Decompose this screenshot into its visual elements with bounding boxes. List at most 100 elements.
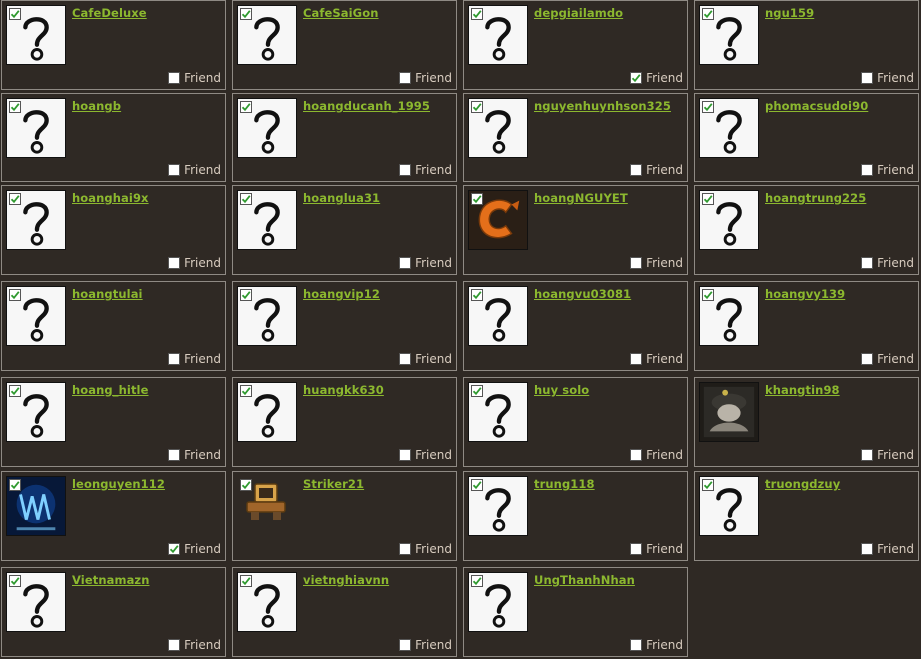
friend-label: Friend — [646, 542, 683, 556]
friend-checkbox[interactable] — [861, 257, 874, 269]
friend-checkbox[interactable] — [630, 164, 643, 176]
username-link[interactable]: hoang_hitle — [72, 383, 149, 397]
avatar-wrapper — [468, 572, 528, 632]
select-checkbox[interactable] — [471, 8, 483, 20]
username-link[interactable]: hoangvu03081 — [534, 287, 631, 301]
friend-checkbox[interactable] — [168, 164, 181, 176]
select-checkbox[interactable] — [240, 8, 252, 20]
friend-checkbox[interactable] — [399, 543, 412, 555]
avatar-wrapper — [6, 382, 66, 442]
friend-checkbox[interactable] — [399, 639, 412, 651]
username-link[interactable]: leonguyen112 — [72, 477, 165, 491]
friend-checkbox[interactable] — [399, 257, 412, 269]
username-link[interactable]: hoangb — [72, 99, 121, 113]
friend-control: Friend — [168, 71, 221, 85]
select-checkbox[interactable] — [702, 289, 714, 301]
avatar-wrapper — [237, 286, 297, 346]
friend-checkbox[interactable] — [630, 543, 643, 555]
username-link[interactable]: hoangNGUYET — [534, 191, 628, 205]
photo-avatar-icon[interactable] — [699, 382, 759, 442]
friend-checkbox[interactable] — [168, 639, 181, 651]
friend-label: Friend — [184, 638, 221, 652]
username-link[interactable]: CafeDeluxe — [72, 6, 147, 20]
select-checkbox[interactable] — [9, 101, 21, 113]
select-checkbox[interactable] — [240, 193, 252, 205]
select-checkbox[interactable] — [9, 385, 21, 397]
username-link[interactable]: hoangtrung225 — [765, 191, 866, 205]
friend-checkbox[interactable] — [630, 449, 643, 461]
friend-checkbox[interactable] — [168, 543, 181, 555]
friend-checkbox[interactable] — [399, 449, 412, 461]
friend-checkbox[interactable] — [399, 72, 412, 84]
user-grid: CafeDeluxe Friend CafeSaiGon Friend depgiail… — [0, 0, 921, 659]
friend-checkbox[interactable] — [630, 639, 643, 651]
friend-checkbox[interactable] — [168, 257, 181, 269]
username-link[interactable]: trung118 — [534, 477, 595, 491]
username-link[interactable]: hoangtulai — [72, 287, 143, 301]
user-card: hoangNGUYET Friend — [463, 185, 688, 275]
username-link[interactable]: hoangvy139 — [765, 287, 845, 301]
friend-control: Friend — [168, 638, 221, 652]
username-link[interactable]: hoangducanh_1995 — [303, 99, 430, 113]
username-link[interactable]: UngThanhNhan — [534, 573, 635, 587]
username-link[interactable]: depgiailamdo — [534, 6, 623, 20]
username-link[interactable]: khangtin98 — [765, 383, 840, 397]
friend-control: Friend — [399, 352, 452, 366]
username-link[interactable]: Striker21 — [303, 477, 364, 491]
username-link[interactable]: ngu159 — [765, 6, 814, 20]
select-checkbox[interactable] — [240, 479, 252, 491]
friend-control: Friend — [168, 448, 221, 462]
select-checkbox[interactable] — [702, 193, 714, 205]
username-link[interactable]: Vietnamazn — [72, 573, 150, 587]
select-checkbox[interactable] — [240, 101, 252, 113]
friend-checkbox[interactable] — [630, 72, 643, 84]
username-link[interactable]: huy solo — [534, 383, 589, 397]
select-checkbox[interactable] — [9, 575, 21, 587]
username-link[interactable]: nguyenhuynhson325 — [534, 99, 671, 113]
friend-control: Friend — [630, 542, 683, 556]
avatar-wrapper — [6, 190, 66, 250]
username-link[interactable]: phomacsudoi90 — [765, 99, 868, 113]
friend-checkbox[interactable] — [399, 353, 412, 365]
username-link[interactable]: hoanglua31 — [303, 191, 380, 205]
friend-checkbox[interactable] — [630, 257, 643, 269]
select-checkbox[interactable] — [240, 575, 252, 587]
friend-checkbox[interactable] — [861, 353, 874, 365]
friend-label: Friend — [877, 542, 914, 556]
friend-checkbox[interactable] — [861, 543, 874, 555]
select-checkbox[interactable] — [471, 193, 483, 205]
friend-checkbox[interactable] — [168, 72, 181, 84]
avatar-wrapper — [237, 572, 297, 632]
select-checkbox[interactable] — [9, 8, 21, 20]
friend-checkbox[interactable] — [630, 353, 643, 365]
avatar-wrapper — [6, 572, 66, 632]
friend-checkbox[interactable] — [861, 164, 874, 176]
select-checkbox[interactable] — [9, 289, 21, 301]
user-card: UngThanhNhan Friend — [463, 567, 688, 657]
select-checkbox[interactable] — [471, 385, 483, 397]
select-checkbox[interactable] — [471, 289, 483, 301]
friend-checkbox[interactable] — [861, 72, 874, 84]
username-link[interactable]: hoanghai9x — [72, 191, 149, 205]
select-checkbox[interactable] — [240, 289, 252, 301]
friend-checkbox[interactable] — [168, 449, 181, 461]
friend-checkbox[interactable] — [861, 449, 874, 461]
friend-label: Friend — [184, 542, 221, 556]
select-checkbox[interactable] — [702, 8, 714, 20]
username-link[interactable]: hoangvip12 — [303, 287, 380, 301]
friend-checkbox[interactable] — [168, 353, 181, 365]
friend-checkbox[interactable] — [399, 164, 412, 176]
username-link[interactable]: truongdzuy — [765, 477, 840, 491]
select-checkbox[interactable] — [702, 101, 714, 113]
select-checkbox[interactable] — [240, 385, 252, 397]
select-checkbox[interactable] — [471, 479, 483, 491]
select-checkbox[interactable] — [9, 479, 21, 491]
username-link[interactable]: vietnghiavnn — [303, 573, 389, 587]
avatar-wrapper — [468, 98, 528, 158]
select-checkbox[interactable] — [9, 193, 21, 205]
select-checkbox[interactable] — [471, 101, 483, 113]
username-link[interactable]: huangkk630 — [303, 383, 384, 397]
select-checkbox[interactable] — [471, 575, 483, 587]
username-link[interactable]: CafeSaiGon — [303, 6, 379, 20]
select-checkbox[interactable] — [702, 479, 714, 491]
